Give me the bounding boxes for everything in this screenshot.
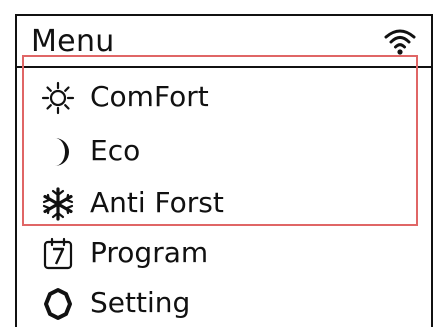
sun-icon	[41, 81, 75, 115]
calendar-icon	[43, 237, 73, 270]
menu-item-label: Anti Forst	[90, 186, 224, 219]
menu-item-label: Eco	[90, 134, 141, 167]
moon-icon	[55, 138, 69, 166]
menu-header: Menu	[17, 16, 431, 68]
menu-item-setting[interactable]: Setting	[41, 280, 411, 328]
menu-item-eco[interactable]: Eco	[41, 128, 411, 176]
menu-item-program[interactable]: Program	[41, 230, 411, 278]
menu-item-label: Program	[90, 236, 209, 269]
snowflake-icon	[42, 187, 74, 221]
menu-item-comfort[interactable]: ComFort	[41, 74, 411, 122]
wifi-icon	[384, 29, 416, 55]
menu-item-label: ComFort	[90, 80, 209, 113]
menu-item-label: Setting	[90, 286, 191, 319]
gear-icon	[44, 288, 72, 320]
menu-screen: Menu ComFort Eco Anti Forst Program Sett…	[15, 14, 433, 327]
page-title: Menu	[31, 24, 115, 59]
menu-item-anti-forst[interactable]: Anti Forst	[41, 180, 411, 228]
